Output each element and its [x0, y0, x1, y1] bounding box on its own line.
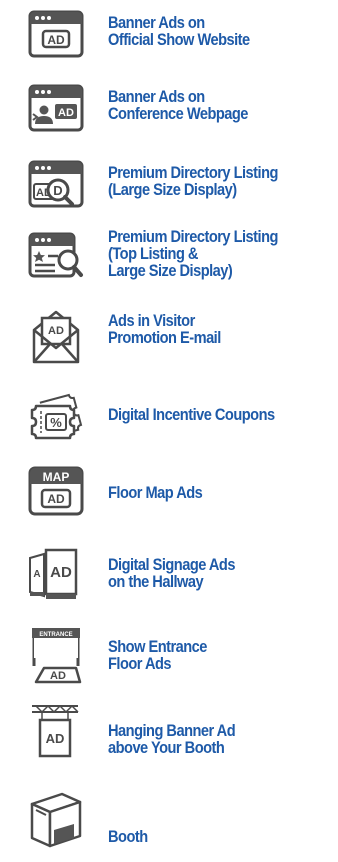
- item-label: Booth: [108, 827, 148, 846]
- svg-text:AD: AD: [58, 107, 74, 119]
- hanging-banner-ad-icon: AD: [22, 700, 90, 768]
- list-item-entrance-floor-ads: ENTRANCE AD Show Entrance Floor Ads: [0, 622, 338, 692]
- item-label: Hanging Banner Ad above Your Booth: [108, 721, 236, 757]
- item-label: Floor Map Ads: [108, 483, 203, 502]
- item-label: Premium Directory Listing (Large Size Di…: [108, 163, 278, 199]
- svg-text:D: D: [53, 183, 62, 198]
- svg-text:MAP: MAP: [43, 470, 70, 484]
- svg-text:AD: AD: [48, 325, 64, 337]
- list-item-premium-directory-top: Premium Directory Listing (Top Listing &…: [0, 228, 338, 298]
- item-label: Show Entrance Floor Ads: [108, 637, 207, 673]
- ad-options-list: AD Banner Ads on Official Show Website A…: [0, 0, 338, 862]
- browser-ad-icon: AD: [22, 6, 90, 74]
- list-item-banner-ads-official-site: AD Banner Ads on Official Show Website: [0, 6, 338, 76]
- svg-text:AD: AD: [50, 670, 66, 682]
- item-label: Ads in Visitor Promotion E-mail: [108, 311, 221, 347]
- coupon-percent-icon: %: [22, 384, 90, 452]
- signage-ad-icon: A AD: [22, 540, 90, 608]
- svg-text:AD: AD: [47, 492, 65, 506]
- list-item-visitor-email-ads: AD Ads in Visitor Promotion E-mail: [0, 304, 338, 374]
- svg-text:AD: AD: [50, 564, 72, 581]
- envelope-ad-icon: AD: [22, 304, 90, 372]
- item-label: Digital Signage Ads on the Hallway: [108, 555, 235, 591]
- entrance-floor-ad-icon: ENTRANCE AD: [22, 622, 90, 690]
- map-ad-icon: MAP AD: [22, 462, 90, 530]
- list-item-banner-ads-conference-page: AD Banner Ads on Conference Webpage: [0, 80, 338, 150]
- svg-text:AD: AD: [47, 33, 65, 47]
- item-label: Digital Incentive Coupons: [108, 405, 275, 424]
- svg-text:AD: AD: [46, 731, 65, 746]
- svg-text:A: A: [33, 569, 40, 580]
- svg-text:%: %: [50, 415, 62, 430]
- list-item-booth: Booth: [0, 784, 338, 854]
- item-label: Premium Directory Listing (Top Listing &…: [108, 227, 278, 280]
- browser-person-ad-icon: AD: [22, 80, 90, 148]
- booth-icon: [22, 784, 90, 852]
- item-label: Banner Ads on Official Show Website: [108, 13, 250, 49]
- browser-magnifier-ad-icon: AD D: [22, 156, 90, 224]
- item-label: Banner Ads on Conference Webpage: [108, 87, 248, 123]
- browser-star-list-search-icon: [22, 228, 90, 296]
- list-item-hanging-banner: AD Hanging Banner Ad above Your Booth: [0, 700, 338, 770]
- list-item-digital-signage: A AD Digital Signage Ads on the Hallway: [0, 540, 338, 610]
- list-item-premium-directory-large: AD D Premium Directory Listing (Large Si…: [0, 156, 338, 226]
- svg-text:ENTRANCE: ENTRANCE: [39, 632, 72, 638]
- list-item-digital-coupons: % Digital Incentive Coupons: [0, 380, 338, 450]
- list-item-floor-map-ads: MAP AD Floor Map Ads: [0, 458, 338, 528]
